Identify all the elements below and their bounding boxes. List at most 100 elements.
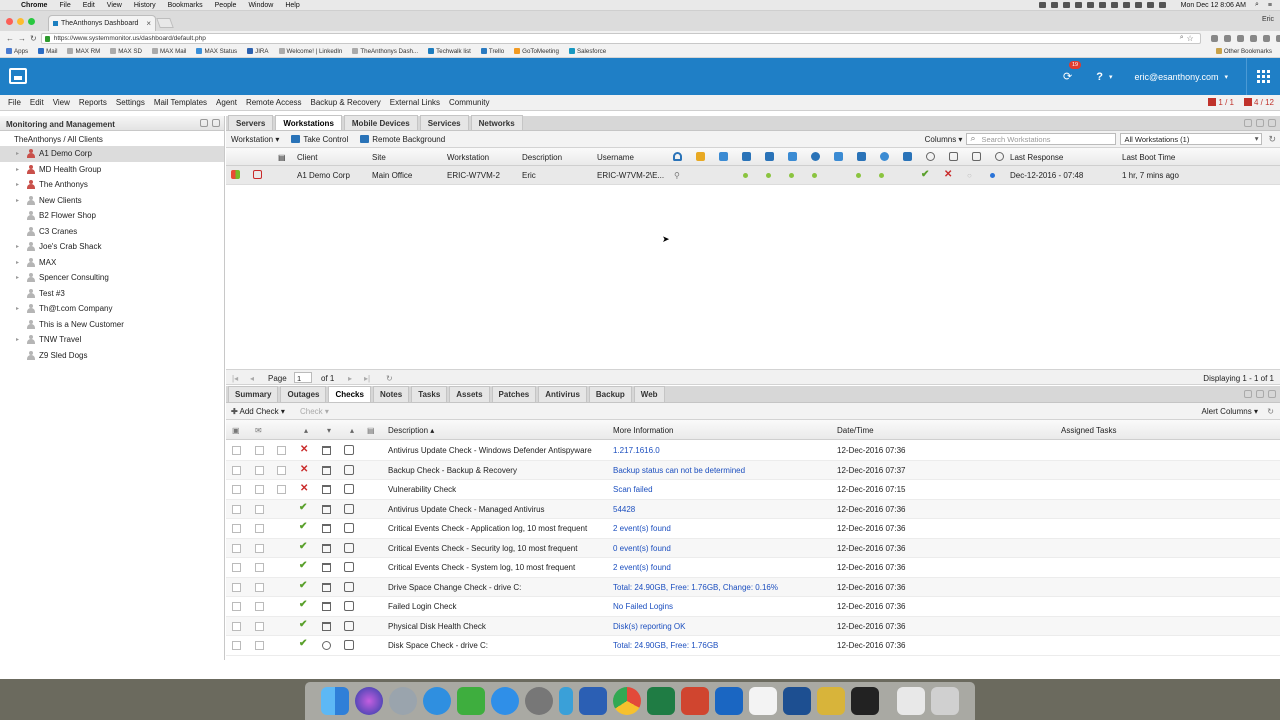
expand-icon[interactable] [1244, 390, 1252, 398]
powerpoint-icon[interactable] [681, 687, 709, 715]
tree-item-a1-demo-corp[interactable]: ▸ A1 Demo Corp [0, 146, 224, 162]
first-page-icon[interactable]: |◂ [232, 374, 238, 383]
bookmark-linkedin[interactable]: Welcome! | LinkedIn [278, 48, 342, 55]
mac-menu-window[interactable]: Window [248, 2, 273, 9]
bookmark-jira[interactable]: JIRA [247, 48, 269, 55]
bookmark-salesforce[interactable]: Salesforce [568, 48, 606, 55]
columns-button[interactable]: Columns ▾ [925, 135, 963, 144]
mac-menu-help[interactable]: Help [285, 2, 299, 9]
url-input[interactable]: https://www.systemmonitor.us/dashboard/d… [40, 32, 1201, 44]
sort-up-icon[interactable]: ▴ [350, 426, 354, 435]
row-checkbox[interactable] [255, 621, 264, 631]
refresh-icon[interactable]: ↻ [1268, 134, 1276, 145]
lync-icon[interactable] [559, 687, 573, 715]
table-row[interactable]: ✔ Critical Events Check - System log, 10… [226, 558, 1280, 578]
mac-menu-people[interactable]: People [215, 2, 237, 9]
menu-view[interactable]: View [53, 98, 70, 107]
row-checkbox[interactable] [277, 485, 286, 494]
minimize-window-icon[interactable] [17, 18, 24, 25]
tab-networks[interactable]: Networks [470, 115, 523, 130]
menu-edit[interactable]: Edit [30, 98, 44, 107]
calendar-icon[interactable] [322, 524, 331, 533]
calendar-icon[interactable] [322, 485, 331, 494]
row-checkbox[interactable] [255, 543, 264, 553]
row-checkbox[interactable] [255, 446, 264, 455]
chevron-down-icon[interactable]: ▾ [1109, 73, 1113, 81]
check-menu-button[interactable]: Check ▾ [300, 407, 329, 416]
extension-icon[interactable] [1249, 34, 1257, 42]
col-last-boot[interactable]: Last Boot Time [1122, 153, 1175, 162]
calendar-icon[interactable] [322, 465, 331, 475]
row-checkbox[interactable] [255, 641, 264, 650]
tree-item-new-customer[interactable]: This is a New Customer [0, 317, 224, 333]
row-checkbox[interactable] [232, 504, 241, 514]
check-info-link[interactable]: Total: 24.90GB, Free: 1.76GB, Change: 0.… [613, 583, 778, 592]
menu-agent[interactable]: Agent [216, 98, 237, 107]
word-icon[interactable] [579, 687, 607, 715]
column-config-icon[interactable]: ▤ [278, 153, 286, 162]
menu-remote-access[interactable]: Remote Access [246, 98, 302, 107]
tab-mobile-devices[interactable]: Mobile Devices [343, 115, 418, 130]
tree-item-md-health-group[interactable]: ▸ MD Health Group [0, 162, 224, 178]
calendar-icon[interactable] [322, 543, 331, 553]
disk-icon[interactable] [719, 152, 728, 161]
check-info-link[interactable]: No Failed Logins [613, 602, 673, 611]
tree-root[interactable]: TheAnthonys / All Clients [0, 131, 224, 146]
mac-menu-view[interactable]: View [107, 2, 122, 9]
col-last-response[interactable]: Last Response [1010, 153, 1063, 162]
table-row[interactable]: ✔ Critical Events Check - Security log, … [226, 538, 1280, 558]
remote-background-button[interactable]: Remote Background [360, 135, 445, 144]
row-checkbox[interactable] [232, 563, 241, 572]
tab-outages[interactable]: Outages [280, 386, 327, 402]
antivirus-icon[interactable] [834, 152, 843, 161]
workstation-alert-counter[interactable]: 4 / 12 [1243, 98, 1274, 107]
tree-item-joes-crab-shack[interactable]: ▸ Joe's Crab Shack [0, 239, 224, 255]
help-icon[interactable]: ? [1096, 71, 1103, 83]
tab-patches[interactable]: Patches [491, 386, 537, 402]
notifications-button[interactable]: ⟳ 19 [1063, 61, 1082, 83]
outlook-icon[interactable] [715, 687, 743, 715]
bookmark-mail[interactable]: Mail [38, 48, 57, 55]
take-control-button[interactable]: Take Control [291, 135, 348, 144]
evernote-icon[interactable] [457, 687, 485, 715]
chrome-icon[interactable] [613, 687, 641, 715]
tab-workstations[interactable]: Workstations [275, 115, 342, 130]
screen-app-icon[interactable] [851, 687, 879, 715]
refresh-icon[interactable] [200, 119, 208, 127]
bookmark-trello[interactable]: Trello [480, 48, 504, 55]
row-checkbox[interactable] [232, 621, 241, 631]
row-checkbox[interactable] [232, 485, 241, 494]
row-checkbox[interactable] [232, 465, 241, 475]
extension-icon[interactable] [1262, 34, 1270, 42]
sort-down-icon[interactable]: ▾ [327, 426, 331, 435]
bookmark-star-icon[interactable]: ☆ [1187, 34, 1194, 43]
close-window-icon[interactable] [6, 18, 13, 25]
forward-icon[interactable]: → [18, 34, 26, 43]
search-workstations-input[interactable]: Search Workstations [966, 133, 1117, 145]
tools-icon[interactable] [742, 152, 751, 161]
security-icon[interactable] [857, 152, 866, 161]
mac-app-name[interactable]: Chrome [21, 2, 47, 9]
bulk-action-icon[interactable]: ▣ [232, 426, 240, 435]
tab-checks[interactable]: Checks [328, 386, 371, 402]
mac-datetime[interactable]: Mon Dec 12 8:06 AM [1181, 2, 1246, 9]
bookmark-apps[interactable]: Apps [6, 48, 28, 55]
tab-summary[interactable]: Summary [228, 386, 279, 402]
table-row[interactable]: ✕ Backup Check - Backup & Recovery Backu… [226, 460, 1280, 480]
row-checkbox[interactable] [232, 582, 241, 592]
pencil-app-icon[interactable] [817, 687, 845, 715]
other-bookmarks[interactable]: Other Bookmarks [1215, 48, 1272, 55]
tree-item-new-clients[interactable]: ▸ New Clients [0, 193, 224, 209]
collapse-icon[interactable] [212, 119, 220, 127]
bookmark-techwalk[interactable]: Techwalk list [428, 48, 471, 55]
power-icon[interactable] [995, 152, 1004, 161]
mac-menu-history[interactable]: History [134, 2, 156, 9]
check-info-link[interactable]: Scan failed [613, 485, 653, 494]
screen-icon[interactable] [972, 152, 981, 161]
bookmark-max-rm[interactable]: MAX RM [67, 48, 100, 55]
menu-backup-recovery[interactable]: Backup & Recovery [311, 98, 381, 107]
finder-icon[interactable] [321, 687, 349, 715]
clock-icon[interactable] [322, 641, 331, 650]
menu-settings[interactable]: Settings [116, 98, 145, 107]
close-icon[interactable] [1268, 119, 1276, 127]
